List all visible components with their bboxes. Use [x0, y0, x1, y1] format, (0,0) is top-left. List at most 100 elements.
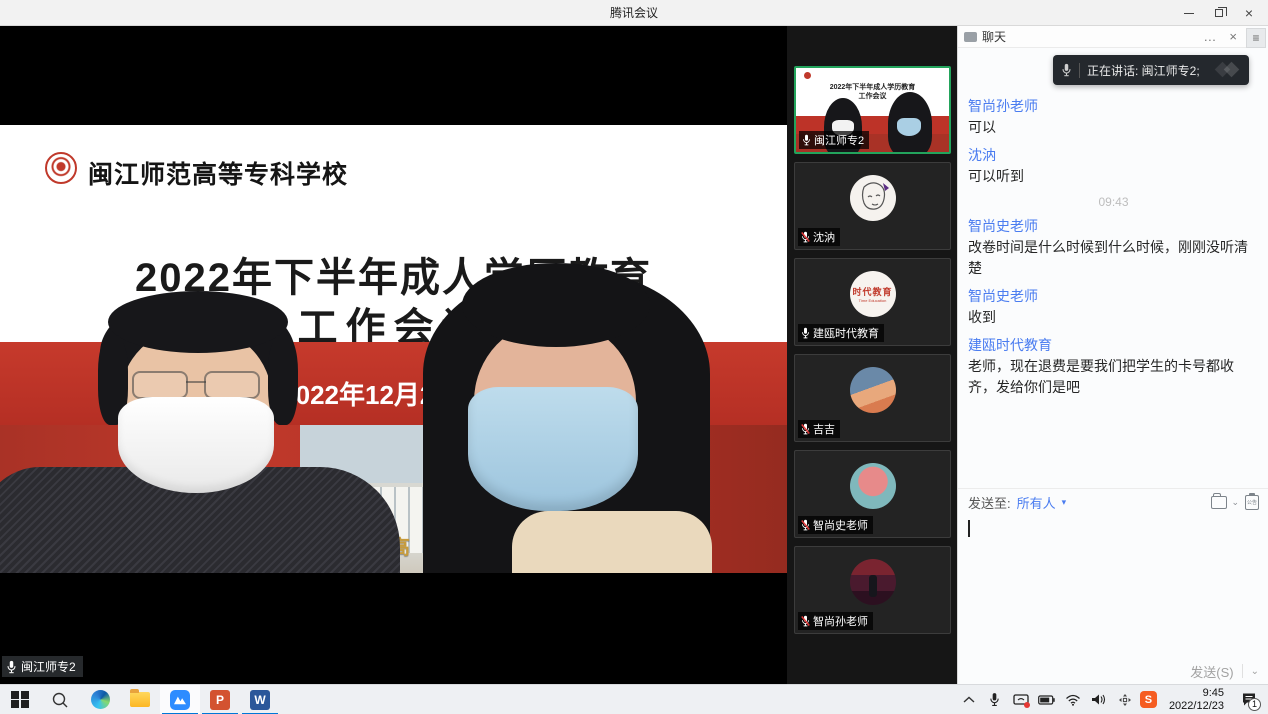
main-video-name-tag: 闽江师专2: [2, 656, 83, 677]
chat-more-button[interactable]: …: [1199, 29, 1220, 44]
meeting-watermark-icon: [1215, 62, 1241, 78]
thumbnail-name-tag: 闽江师专2: [799, 131, 869, 149]
participant-thumbnail-shenrui[interactable]: 沈汭: [794, 162, 951, 250]
person-left-glasses-bridge: [186, 381, 206, 383]
mic-muted-icon: [801, 615, 810, 627]
chat-sender-name: 沈汭: [968, 145, 1259, 166]
send-file-icon[interactable]: [1211, 496, 1227, 509]
participant-thumbnail-minjiang[interactable]: 2022年下半年成人学历教育 工作会议 闽江师专2: [794, 66, 951, 154]
send-button[interactable]: 发送(S): [1190, 662, 1233, 681]
mic-muted-icon: [801, 423, 810, 435]
participant-thumbnail-sun[interactable]: 智尚孙老师: [794, 546, 951, 634]
sogou-input-icon[interactable]: S: [1140, 691, 1157, 708]
person-left-bangs: [108, 291, 288, 353]
taskbar-word-button[interactable]: W: [240, 685, 280, 714]
send-options-caret-icon[interactable]: ⌄: [1251, 666, 1259, 677]
notification-center-button[interactable]: 1: [1236, 685, 1262, 714]
chat-input-area[interactable]: [958, 516, 1268, 656]
panel-menu-button[interactable]: ≡: [1246, 28, 1266, 48]
shared-slide: 闽江师范高等专科学校 2022年下半年成人学历教育 工作会议 师范高等专科 20…: [0, 125, 787, 573]
restore-button[interactable]: [1204, 0, 1234, 26]
send-to-dropdown[interactable]: 所有人: [1017, 493, 1056, 512]
chat-panel: 聊天 … × ≡ 智尚孙老师 可以 沈汭 可以听到 09:43 智尚史老师 改卷…: [957, 26, 1268, 684]
window-title: 腾讯会议: [0, 0, 1268, 26]
avatar: [850, 463, 896, 509]
system-tray: S 9:45 2022/12/23 1: [958, 685, 1268, 714]
notification-badge: 1: [1248, 698, 1261, 711]
tencent-meeting-icon: [170, 690, 190, 710]
person-left-mask: [118, 397, 274, 493]
chat-message-list[interactable]: 智尚孙老师 可以 沈汭 可以听到 09:43 智尚史老师 改卷时间是什么时候到什…: [958, 48, 1268, 486]
taskbar-clock[interactable]: 9:45 2022/12/23: [1161, 687, 1232, 713]
chevron-up-icon: [963, 696, 975, 704]
tray-volume-button[interactable]: [1088, 685, 1110, 714]
windows-taskbar: P W S: [0, 684, 1268, 714]
avatar: 时代教育 Time Education: [850, 271, 896, 317]
window-controls: ×: [1174, 0, 1264, 26]
tray-screenshare-button[interactable]: [1010, 685, 1032, 714]
person-left-glasses: [132, 371, 188, 399]
taskbar-explorer-button[interactable]: [120, 685, 160, 714]
chat-sender-name: 智尚孙老师: [968, 96, 1259, 117]
thumbnail-name-tag: 智尚孙老师: [798, 612, 873, 630]
mic-icon: [989, 692, 1000, 707]
speaking-indicator-toast: 正在讲话: 闽江师专2;: [1053, 55, 1249, 85]
start-button[interactable]: [0, 685, 40, 714]
mic-on-icon: [801, 327, 810, 339]
thumbnail-name-tag: 智尚史老师: [798, 516, 873, 534]
chat-close-button[interactable]: ×: [1225, 29, 1241, 44]
participant-strip: 2022年下半年成人学历教育 工作会议 闽江师专2: [787, 26, 957, 684]
school-name: 闽江师范高等专科学校: [88, 155, 348, 191]
send-button-divider: [1242, 664, 1243, 678]
chat-bubble-icon: [964, 32, 977, 42]
participant-name: 智尚孙老师: [813, 613, 868, 629]
send-file-caret-icon[interactable]: ⌄: [1231, 497, 1239, 508]
announcement-icon[interactable]: 公告: [1245, 495, 1259, 510]
text-caret: [968, 520, 970, 537]
tencent-meeting-window: 腾讯会议 × 闽江师范高等专科学校 2022年下半年成人学历教育 工作会议 师范…: [0, 0, 1268, 714]
search-button[interactable]: [40, 685, 80, 714]
close-button[interactable]: ×: [1234, 0, 1264, 26]
mini-slide-title2: 工作会议: [796, 91, 949, 101]
chat-message: 可以听到: [968, 166, 1259, 187]
edge-icon: [91, 690, 110, 709]
wifi-icon: [1065, 694, 1081, 706]
participant-thumbnail-jiji[interactable]: 吉吉: [794, 354, 951, 442]
tray-battery-button[interactable]: [1036, 685, 1058, 714]
taskbar-edge-button[interactable]: [80, 685, 120, 714]
chat-message: 老师，现在退费是要我们把学生的卡号都收齐，发给你们是吧: [968, 356, 1259, 398]
person-right-mask: [468, 387, 638, 511]
participant-thumbnail-jianou[interactable]: 时代教育 Time Education 建瓯时代教育: [794, 258, 951, 346]
titlebar: 腾讯会议 ×: [0, 0, 1268, 26]
speaker-icon: [1091, 693, 1106, 706]
main-video-name: 闽江师专2: [21, 658, 76, 675]
school-logo-icon: [45, 152, 77, 184]
toast-divider: [1079, 63, 1080, 78]
person-left-glasses: [204, 371, 260, 399]
person-right-bangs: [462, 263, 650, 347]
thumbnail-name-tag: 沈汭: [798, 228, 840, 246]
minimize-icon: [1184, 13, 1194, 14]
chat-message: 改卷时间是什么时候到什么时候，刚刚没听清楚: [968, 237, 1259, 279]
send-to-row: 发送至: 所有人 ▾ ⌄ 公告: [958, 488, 1268, 516]
mic-muted-icon: [801, 231, 810, 243]
tray-wifi-button[interactable]: [1062, 685, 1084, 714]
mini-mask-right: [897, 118, 921, 136]
participant-thumbnail-shi[interactable]: 智尚史老师: [794, 450, 951, 538]
main-video-area[interactable]: 闽江师范高等专科学校 2022年下半年成人学历教育 工作会议 师范高等专科 20…: [0, 26, 787, 684]
chat-timestamp: 09:43: [968, 195, 1259, 209]
recording-dot-icon: [1024, 702, 1030, 708]
announcement-icon-label: 公告: [1247, 499, 1257, 506]
tray-input-method-button[interactable]: [1114, 685, 1136, 714]
tray-mic-button[interactable]: [984, 685, 1006, 714]
send-to-dropdown-arrow-icon[interactable]: ▾: [1062, 497, 1067, 508]
mic-on-icon: [1061, 63, 1072, 77]
minimize-button[interactable]: [1174, 0, 1204, 26]
search-icon: [51, 691, 69, 709]
chat-sender-name: 智尚史老师: [968, 216, 1259, 237]
send-button-row: 发送(S) ⌄: [958, 658, 1268, 684]
participant-name: 闽江师专2: [814, 132, 864, 148]
tray-expand-button[interactable]: [958, 685, 980, 714]
taskbar-meeting-button[interactable]: [160, 685, 200, 714]
taskbar-powerpoint-button[interactable]: P: [200, 685, 240, 714]
